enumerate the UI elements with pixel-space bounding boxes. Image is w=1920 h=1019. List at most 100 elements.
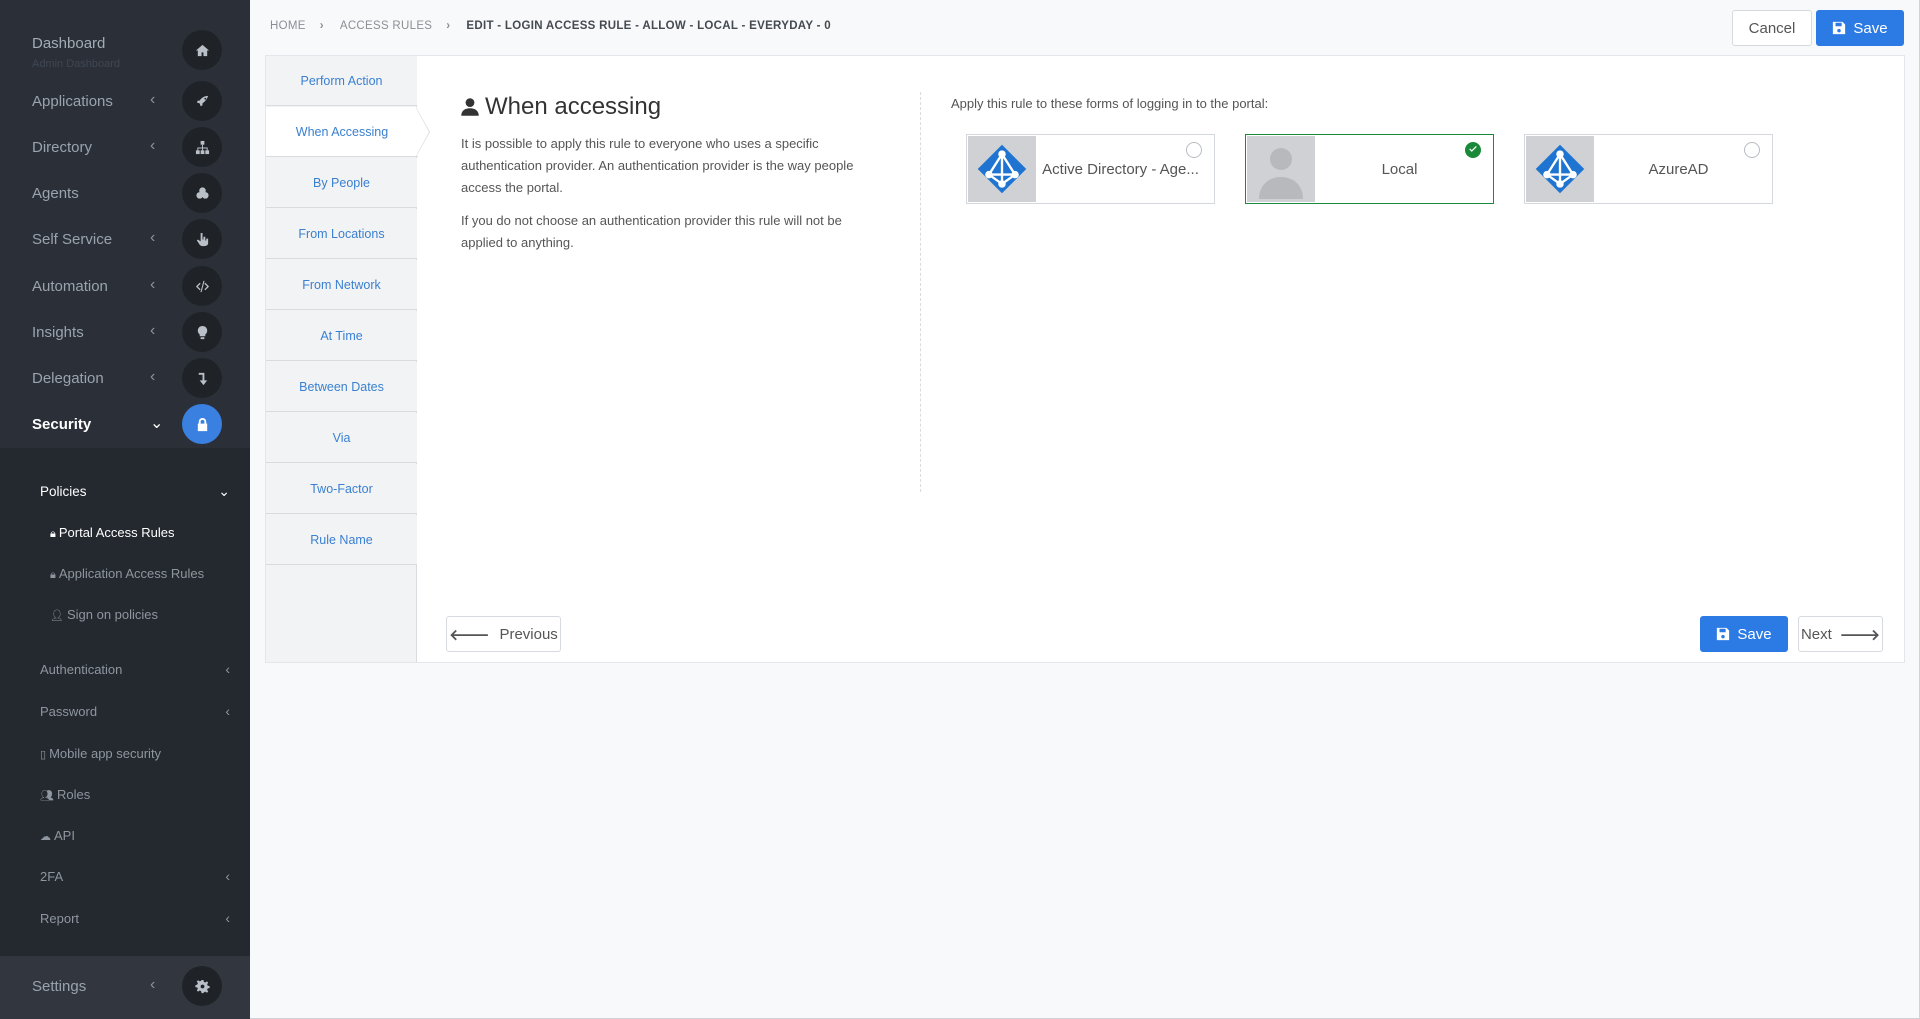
sidebar-item-delegation[interactable]: Delegation ‹ (0, 356, 250, 402)
previous-button[interactable]: 🡐 Previous (446, 616, 561, 652)
sidebar-item-label: Security (32, 416, 92, 433)
sidebar-item-label: Agents (32, 185, 79, 202)
sidebar-item-label: Directory (32, 139, 93, 156)
submenu-portal-access-rules[interactable]: 🔒︎ Portal Access Rules (50, 519, 240, 547)
step-when-accessing[interactable]: When Accessing (266, 107, 418, 157)
chevron-down-icon: ⌄ (218, 483, 230, 499)
arrow-left-icon: 🡐 (449, 626, 490, 644)
sidebar-item-applications[interactable]: Applications ‹ (0, 79, 250, 125)
apply-instruction: Apply this rule to these forms of loggin… (951, 96, 1269, 111)
provider-radio[interactable] (1186, 142, 1202, 158)
section-description: It is possible to apply this rule to eve… (461, 136, 854, 195)
chevron-down-icon: ⌄ (150, 415, 164, 432)
previous-label: Previous (499, 625, 558, 643)
code-icon (182, 266, 222, 306)
section-title: When accessing (460, 93, 661, 121)
wizard-steps: Perform Action When Accessing By People … (266, 56, 418, 662)
sidebar-item-label: Automation (32, 278, 108, 295)
provider-name: Local (1381, 161, 1418, 178)
user-lock-icon: 👤︎ (50, 610, 64, 622)
sidebar-item-automation[interactable]: Automation ‹ (0, 264, 250, 310)
breadcrumb-access-rules[interactable]: ACCESS RULES (340, 20, 432, 32)
sidebar-item-directory[interactable]: Directory ‹ (0, 125, 250, 171)
step-from-locations[interactable]: From Locations (266, 209, 417, 259)
breadcrumb-current: EDIT - LOGIN ACCESS RULE - ALLOW - LOCAL… (466, 20, 831, 32)
submenu-2fa[interactable]: 2FA ‹ (40, 863, 230, 891)
chevron-right-icon: › (319, 20, 324, 32)
sitemap-icon (182, 127, 222, 167)
submenu-report[interactable]: Report ‹ (40, 905, 230, 933)
submenu-label: Policies (40, 484, 87, 499)
chevron-left-icon: ‹ (150, 229, 156, 246)
step-perform-action[interactable]: Perform Action (266, 56, 417, 106)
submenu-policies[interactable]: Policies ⌄ (40, 478, 230, 506)
sidebar-item-label: Settings (32, 978, 87, 995)
divider (920, 92, 921, 492)
sidebar-item-settings[interactable]: Settings ‹ (0, 956, 250, 1019)
provider-card-azuread[interactable]: AzureAD (1524, 134, 1773, 204)
user-silhouette-icon (1247, 136, 1315, 202)
step-rule-name[interactable]: Rule Name (266, 515, 417, 565)
submenu-application-access-rules[interactable]: 🔒︎ Application Access Rules (50, 560, 240, 588)
chevron-left-icon: ‹ (225, 703, 230, 719)
next-label: Next (1800, 625, 1832, 643)
sidebar-item-label: Self Service (32, 231, 113, 248)
chevron-left-icon: ‹ (150, 322, 156, 339)
sidebar-item-label: Dashboard (32, 35, 106, 52)
chevron-left-icon: ‹ (150, 137, 156, 154)
chevron-left-icon: ‹ (150, 91, 156, 108)
user-icon (461, 98, 479, 116)
submenu-label: API (54, 828, 75, 843)
azure-ad-icon (968, 136, 1036, 202)
provider-name: Active Directory - Age... (1042, 161, 1199, 178)
sidebar-item-self-service[interactable]: Self Service ‹ (0, 217, 250, 263)
submenu-authentication[interactable]: Authentication ‹ (40, 656, 230, 684)
submenu-password[interactable]: Password ‹ (40, 698, 230, 726)
step-via[interactable]: Via (266, 413, 417, 463)
section-title-text: When accessing (485, 93, 662, 120)
provider-card-active-directory[interactable]: Active Directory - Age... (966, 134, 1215, 204)
submenu-label: Portal Access Rules (58, 525, 175, 540)
step-from-network[interactable]: From Network (266, 260, 417, 310)
provider-card-local[interactable]: Local (1245, 134, 1494, 204)
next-button[interactable]: Next 🡒 (1798, 616, 1883, 652)
step-label: At Time (320, 328, 363, 343)
rocket-icon (182, 81, 222, 121)
sidebar-item-label: Applications (32, 93, 113, 110)
lock-icon: 🔒︎ (50, 569, 56, 581)
sidebar-item-label: Insights (32, 324, 84, 341)
lock-icon (182, 404, 222, 444)
step-by-people[interactable]: By People (266, 158, 417, 208)
cancel-label: Cancel (1748, 19, 1796, 37)
save-label: Save (1853, 19, 1888, 37)
step-at-time[interactable]: At Time (266, 311, 417, 361)
submenu-label: Sign on policies (66, 607, 159, 622)
check-circle-icon[interactable] (1465, 142, 1481, 158)
provider-radio[interactable] (1744, 142, 1760, 158)
chevron-left-icon: ‹ (150, 976, 156, 993)
submenu-roles[interactable]: 👥︎ Roles (40, 781, 230, 809)
submenu-sign-on-policies[interactable]: 👤︎ Sign on policies (50, 601, 240, 629)
step-label: Perform Action (300, 73, 383, 88)
sidebar-item-agents[interactable]: Agents (0, 171, 250, 217)
sidebar-item-insights[interactable]: Insights ‹ (0, 310, 250, 356)
step-two-factor[interactable]: Two-Factor (266, 464, 417, 514)
arrow-right-icon: 🡒 (1839, 626, 1881, 644)
submenu-api[interactable]: ☁︎ API (40, 822, 230, 850)
cancel-button[interactable]: Cancel (1732, 10, 1812, 46)
security-submenu: Policies ⌄ 🔒︎ Portal Access Rules 🔒︎ Appli… (0, 448, 250, 956)
sidebar-item-dashboard[interactable]: Dashboard Admin Dashboard (0, 30, 250, 80)
sidebar-item-sublabel: Admin Dashboard (32, 58, 121, 70)
save-label: Save (1737, 625, 1772, 643)
save-button[interactable]: Save (1816, 10, 1904, 46)
submenu-mobile-app-security[interactable]: ▯ Mobile app security (40, 740, 230, 768)
sidebar-item-security[interactable]: Security ⌄ (0, 402, 250, 448)
chevron-left-icon: ‹ (225, 868, 230, 884)
chevron-left-icon: ‹ (150, 368, 156, 385)
step-between-dates[interactable]: Between Dates (266, 362, 417, 412)
provider-name: AzureAD (1648, 161, 1709, 178)
footer-save-button[interactable]: Save (1700, 616, 1788, 652)
sidebar-item-label: Delegation (32, 370, 104, 387)
submenu-label: Authentication (40, 662, 123, 677)
breadcrumb-home[interactable]: HOME (270, 20, 306, 32)
